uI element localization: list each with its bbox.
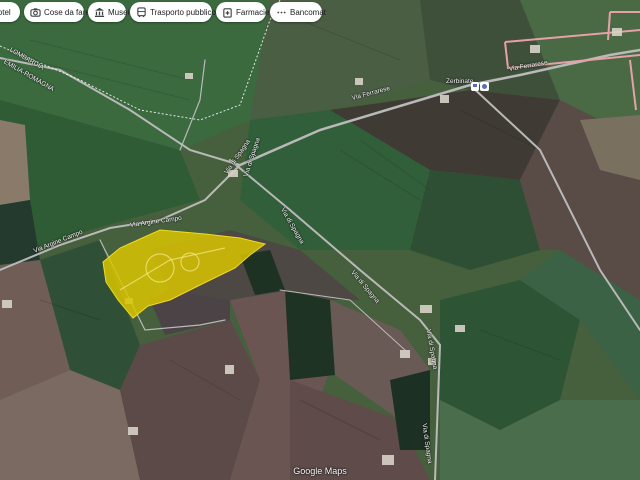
- map-attribution: Google Maps: [293, 466, 347, 476]
- camera-icon: [30, 7, 41, 18]
- chip-hotel-label: Hotel: [0, 7, 11, 17]
- chip-musei-label: Musei: [108, 7, 130, 17]
- highlighted-area[interactable]: [0, 0, 640, 480]
- chip-cose-da-fare-label: Cose da fare: [44, 7, 90, 17]
- chip-hotel[interactable]: Hotel: [0, 2, 20, 22]
- chip-bancomat-label: Bancomat: [290, 7, 327, 17]
- chip-bancomat[interactable]: Bancomat: [270, 2, 326, 22]
- train-station-icon[interactable]: [471, 79, 489, 91]
- chip-farmacie-label: Farmacie: [236, 7, 270, 17]
- chip-trasporto-pubblico[interactable]: Trasporto pubblico: [130, 2, 216, 22]
- chip-cose-da-fare[interactable]: Cose da fare: [24, 2, 90, 22]
- chip-musei[interactable]: Musei: [88, 2, 130, 22]
- map-viewport[interactable]: LOMBARDIA EMILIA-ROMAGNA Via Ferrarese Z…: [0, 0, 640, 480]
- bus-icon: [136, 6, 147, 18]
- category-chip-bar: Hotel Cose da fare Musei Trasporto pubbl…: [0, 2, 640, 24]
- chip-trasporto-pubblico-label: Trasporto pubblico: [150, 7, 216, 17]
- museum-icon: [94, 7, 105, 18]
- atm-icon: [276, 7, 287, 18]
- chip-farmacie[interactable]: Farmacie: [216, 2, 270, 22]
- pharmacy-icon: [222, 7, 233, 18]
